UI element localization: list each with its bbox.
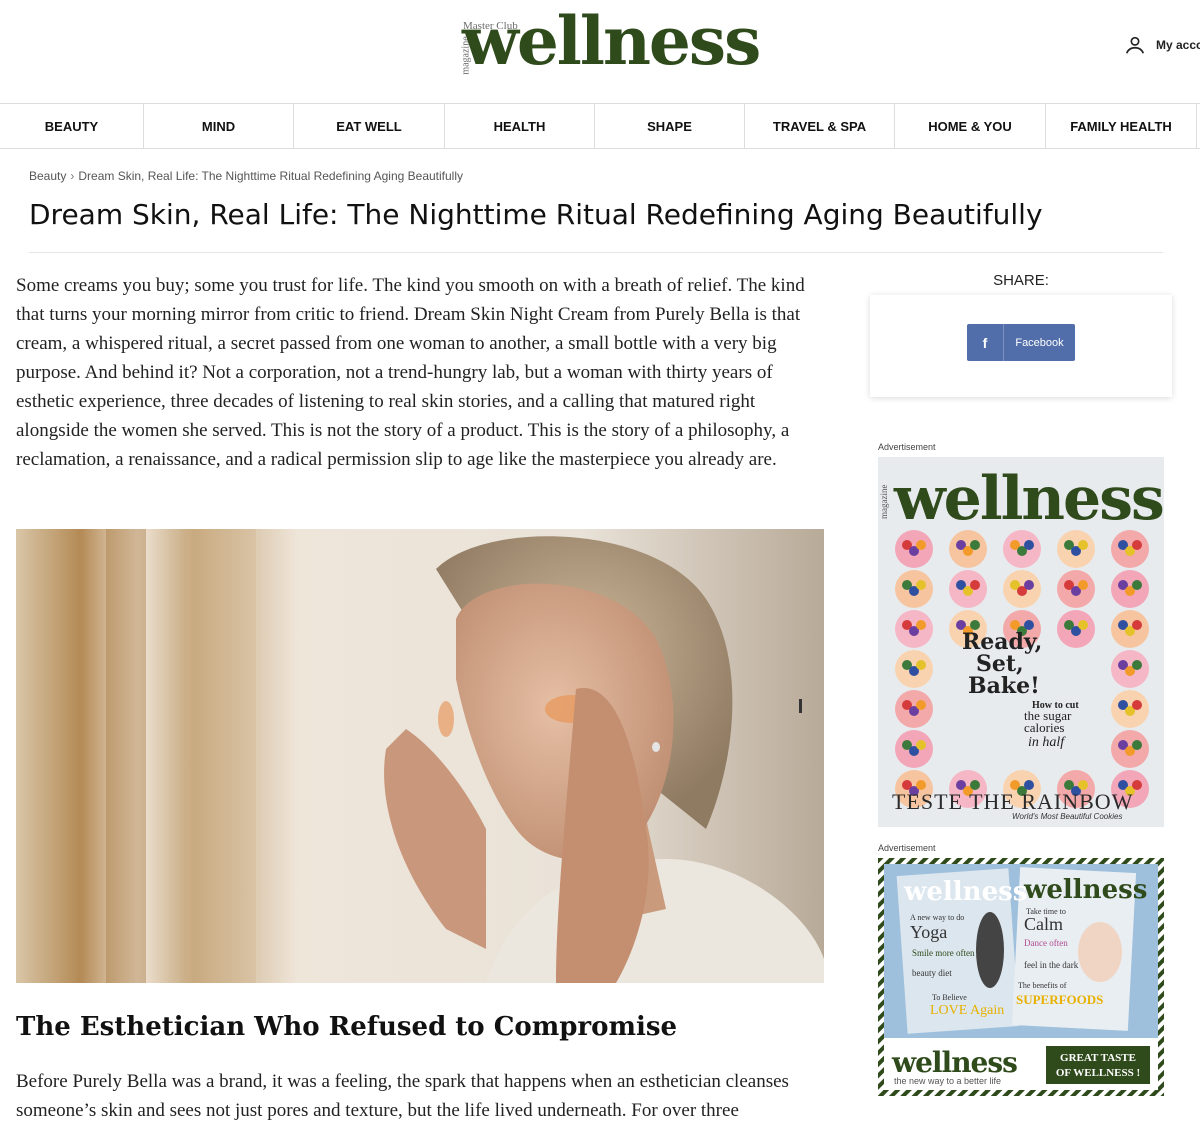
- pastry-topping-decoration: [916, 700, 926, 710]
- share-box: f Facebook: [870, 295, 1172, 397]
- ad2-cover-left-line-3: Smile more often: [912, 948, 975, 958]
- ad1-headline-3: Bake!: [968, 673, 1040, 699]
- ad2-cover-left-line-2: Yoga: [910, 922, 947, 942]
- ad2-cover-right-line-5: The benefits of: [1018, 981, 1067, 990]
- share-label: SHARE:: [993, 272, 1049, 289]
- ad2-cover-left-title: wellness: [903, 877, 1027, 907]
- ad1-side-text: magazine: [879, 485, 889, 519]
- breadcrumb-current: Dream Skin, Real Life: The Nighttime Rit…: [78, 169, 464, 183]
- title-divider: [29, 252, 1163, 253]
- pastry-topping-decoration: [916, 660, 926, 670]
- nav-item-travel-spa[interactable]: TRAVEL & SPA: [745, 104, 895, 148]
- site-header: Master Club magazine wellness My acco: [0, 0, 1200, 103]
- nav-item-mind[interactable]: MIND: [144, 104, 294, 148]
- ad2-cover-right-title: wellness: [1023, 875, 1147, 905]
- pastry-topping-decoration: [1078, 540, 1088, 550]
- ad2-cover-right-line-6: SUPERFOODS: [1016, 992, 1103, 1007]
- ad2-cover-right-line-4: feel in the dark: [1024, 960, 1079, 970]
- user-icon: [1125, 36, 1145, 54]
- site-logo[interactable]: Master Club magazine wellness: [452, 2, 762, 82]
- advertisement-label-2: Advertisement: [878, 843, 936, 853]
- ad1-tagline: World's Most Beautiful Cookies: [1012, 812, 1122, 821]
- ad1-subhead-4: in half: [1028, 735, 1066, 750]
- ad2-brand-tagline: the new way to a better life: [894, 1076, 1001, 1086]
- facebook-share-button[interactable]: f Facebook: [967, 324, 1075, 361]
- pastry-topping-decoration: [916, 580, 926, 590]
- pastry-topping-decoration: [1132, 620, 1142, 630]
- ad1-subhead-3: calories: [1024, 720, 1064, 735]
- ad1-banner: TESTE THE RAINBOW: [892, 789, 1133, 814]
- page-title: Dream Skin, Real Life: The Nighttime Rit…: [29, 198, 1043, 231]
- pastry-topping-decoration: [1024, 540, 1034, 550]
- pastry-topping-decoration: [1024, 580, 1034, 590]
- ad1-masthead: wellness: [893, 464, 1163, 534]
- article-intro: Some creams you buy; some you trust for …: [16, 275, 805, 470]
- nav-item-beauty[interactable]: BEAUTY: [0, 104, 144, 148]
- ad2-cover-left-line-1: A new way to do: [910, 913, 964, 922]
- my-account-link[interactable]: My acco: [1124, 34, 1200, 56]
- ad2-brand: wellness: [891, 1046, 1017, 1079]
- pastry-topping-decoration: [916, 540, 926, 550]
- pastry-topping-decoration: [1132, 580, 1142, 590]
- pastry-topping-decoration: [1132, 660, 1142, 670]
- pastry-topping-decoration: [916, 740, 926, 750]
- pastry-topping-decoration: [970, 580, 980, 590]
- advertisement-subscription-banner[interactable]: wellness A new way to do Yoga Smile more…: [878, 858, 1164, 1096]
- pastry-topping-decoration: [1078, 620, 1088, 630]
- nav-item-family-health[interactable]: FAMILY HEALTH: [1046, 104, 1197, 148]
- pastry-topping-decoration: [1132, 540, 1142, 550]
- facebook-share-label: Facebook: [1015, 336, 1064, 349]
- nav-item-shape[interactable]: SHAPE: [595, 104, 745, 148]
- facebook-icon: f: [982, 334, 988, 351]
- ad2-cover-left-line-4: beauty diet: [912, 968, 952, 978]
- pastry-topping-decoration: [1132, 740, 1142, 750]
- ad2-cover-left-line-6: LOVE Again: [930, 1003, 1004, 1018]
- nav-item-home-you[interactable]: HOME & YOU: [895, 104, 1046, 148]
- ad2-cta-line-1: GREAT TASTE: [1060, 1052, 1136, 1064]
- breadcrumb-root-link[interactable]: Beauty: [29, 169, 66, 183]
- pastry-topping-decoration: [970, 540, 980, 550]
- hero-image-woman-applying-cream: [16, 529, 824, 983]
- ad2-cover-right-line-3: Dance often: [1024, 938, 1068, 948]
- breadcrumb: Beauty › Dream Skin, Real Life: The Nightt…: [29, 169, 463, 183]
- section-paragraph: Before Purely Bella was a brand, it was …: [16, 1071, 789, 1121]
- advertisement-magazine-cover[interactable]: magazine wellness Ready, Set, Bake! How …: [878, 457, 1164, 827]
- ad2-cover-left-line-5: To Believe: [932, 993, 967, 1002]
- nav-item-eat-well[interactable]: EAT WELL: [294, 104, 445, 148]
- ad2-cover-right-line-2: Calm: [1024, 914, 1063, 934]
- pastry-topping-decoration: [916, 620, 926, 630]
- pastry-topping-decoration: [1132, 700, 1142, 710]
- main-nav: BEAUTY MIND EAT WELL HEALTH SHAPE TRAVEL…: [0, 103, 1200, 149]
- logo-wordmark: wellness: [462, 2, 761, 80]
- pastry-topping-decoration: [1078, 580, 1088, 590]
- advertisement-label: Advertisement: [878, 442, 936, 452]
- breadcrumb-separator: ›: [70, 169, 75, 183]
- nav-item-health[interactable]: HEALTH: [445, 104, 595, 148]
- pastry-topping-decoration: [1132, 780, 1142, 790]
- section-heading: The Esthetician Who Refused to Compromis…: [16, 1012, 678, 1042]
- my-account-label: My acco: [1156, 38, 1200, 52]
- ad2-cta-line-2: OF WELLNESS !: [1056, 1067, 1140, 1079]
